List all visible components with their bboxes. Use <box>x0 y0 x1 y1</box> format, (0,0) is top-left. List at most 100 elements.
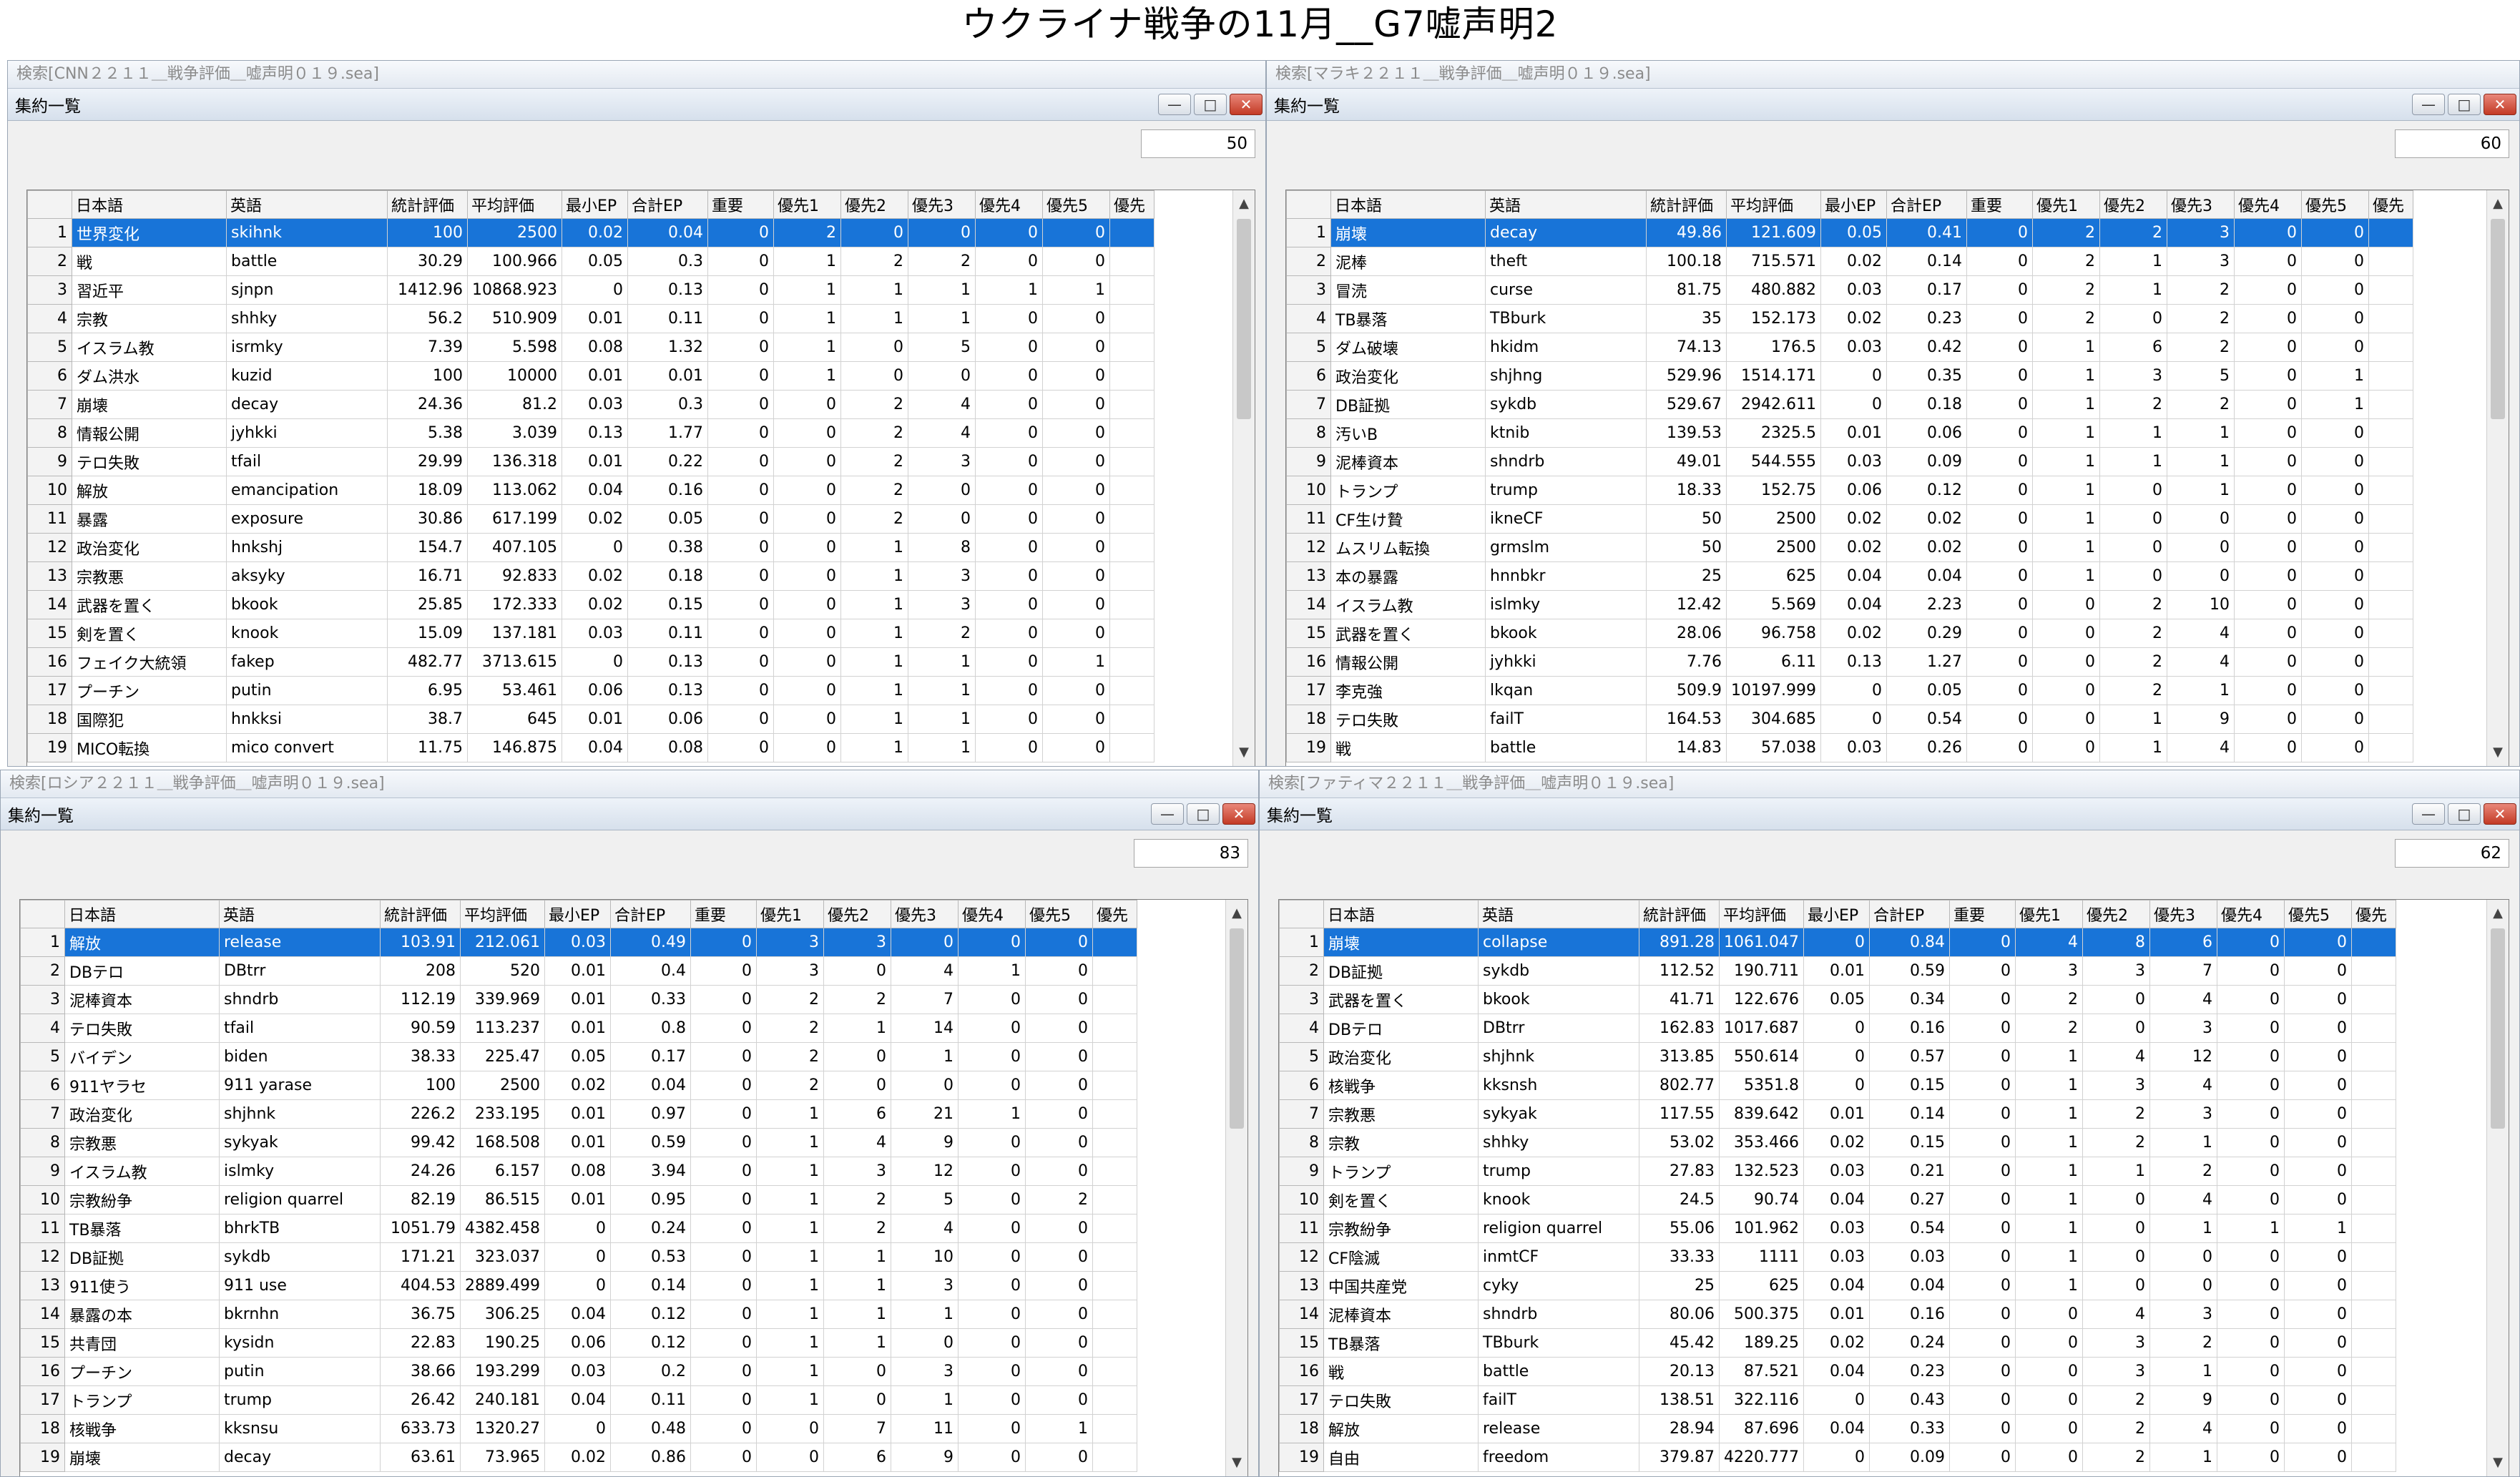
cell-value[interactable]: 0.59 <box>1868 956 1950 986</box>
cell-value[interactable]: 1 <box>890 1385 959 1415</box>
cell-english[interactable]: shjhnk <box>219 1099 381 1129</box>
cell-value[interactable]: 0 <box>957 1300 1026 1329</box>
cell-value[interactable]: 0 <box>2216 1099 2285 1129</box>
table-row[interactable]: 9 トランプ trump 27.83 132.523 0.03 0.21 0 1 1 2 0 0 <box>1279 1157 2396 1186</box>
cell-value[interactable]: 2 <box>823 1185 891 1215</box>
cell-value[interactable]: 1 <box>2031 333 2100 362</box>
cell-value[interactable]: 0.13 <box>1820 647 1887 677</box>
cell-value[interactable]: 0 <box>1966 476 2033 505</box>
cell-value[interactable]: 3 <box>2149 1014 2217 1043</box>
cell-japanese[interactable]: バイデン <box>64 1042 220 1071</box>
cell-value[interactable]: 2500 <box>467 218 562 247</box>
cell-value[interactable]: 0.01 <box>544 1099 611 1129</box>
cell-value[interactable]: 240.181 <box>460 1385 545 1415</box>
cell-value[interactable]: 0 <box>2300 590 2369 619</box>
cell-value[interactable]: 132.523 <box>1719 1157 1804 1186</box>
cell-value[interactable]: 802.77 <box>1639 1071 1720 1100</box>
cell-value[interactable]: 189.25 <box>1719 1328 1804 1358</box>
cell-value[interactable]: 10868.923 <box>467 275 562 305</box>
cell-value[interactable]: 0 <box>974 590 1043 619</box>
cell-value[interactable]: 0.02 <box>1820 504 1887 534</box>
cell-japanese[interactable]: 国際犯 <box>72 705 227 734</box>
cell-value[interactable]: 0 <box>755 1443 824 1472</box>
cell-value[interactable]: 1 <box>957 1099 1026 1129</box>
cell-value[interactable]: 0.13 <box>561 418 628 448</box>
cell-value[interactable]: 96.758 <box>1726 619 1821 648</box>
cell-value[interactable]: 0 <box>2300 705 2369 734</box>
cell-value[interactable]: 0.02 <box>561 504 628 534</box>
table-row[interactable]: 4 宗教 shhky 56.2 510.909 0.01 0.11 0 1 1 1 0 0 <box>27 304 1154 333</box>
cell-value[interactable]: 1 <box>840 590 908 619</box>
table-row[interactable]: 12 DB証拠 sykdb 171.21 323.037 0 0.53 0 1 1 10 0 0 <box>20 1242 1137 1272</box>
cell-value[interactable]: 1 <box>823 1328 891 1358</box>
minimize-button[interactable]: — <box>2412 94 2445 115</box>
table-row[interactable]: 17 李克強 lkqan 509.9 10197.999 0 0.05 0 0 2 1 0 0 <box>1286 676 2413 705</box>
cell-value[interactable]: 0 <box>1948 1357 2016 1386</box>
cell-value[interactable]: 168.508 <box>460 1128 545 1157</box>
cell-value[interactable]: 2 <box>773 218 841 247</box>
column-header[interactable] <box>1279 900 1324 928</box>
cell-value[interactable]: 0.49 <box>609 928 691 957</box>
column-header[interactable]: 統計評価 <box>1646 190 1727 219</box>
cell-value[interactable]: 323.037 <box>460 1242 545 1272</box>
cell-japanese[interactable]: 解放 <box>1323 1414 1479 1443</box>
cell-english[interactable]: hnkksi <box>226 705 388 734</box>
cell-value[interactable]: 1 <box>840 705 908 734</box>
cell-value[interactable]: 0.02 <box>1820 533 1887 562</box>
cell-value[interactable]: 1 <box>2014 1099 2083 1129</box>
cell-value[interactable]: 38.33 <box>380 1042 461 1071</box>
cell-english[interactable]: emancipation <box>226 476 388 505</box>
scroll-down-arrow-icon[interactable]: ▼ <box>1226 1452 1247 1473</box>
cell-value[interactable]: 7.39 <box>387 333 468 362</box>
cell-value[interactable]: 0 <box>974 390 1043 419</box>
cell-value[interactable]: 0.02 <box>1820 619 1887 648</box>
cell-value[interactable]: 0 <box>2300 676 2369 705</box>
cell-value[interactable]: 0 <box>2031 619 2100 648</box>
cell-japanese[interactable]: DBテロ <box>1323 1014 1479 1043</box>
cell-value[interactable]: 0.11 <box>627 304 708 333</box>
cell-value[interactable]: 4 <box>2149 985 2217 1014</box>
cell-value[interactable]: 2500 <box>460 1071 545 1100</box>
cell-value[interactable]: 0 <box>1948 928 2016 957</box>
cell-value[interactable]: 1 <box>2014 1042 2083 1071</box>
cell-value[interactable]: 2 <box>2099 676 2167 705</box>
table-row[interactable]: 17 プーチン putin 6.95 53.461 0.06 0.13 0 0 1 1 0 0 <box>27 676 1154 705</box>
table-row[interactable]: 16 情報公開 jyhkki 7.76 6.11 0.13 1.27 0 0 2 4 0 0 <box>1286 647 2413 677</box>
cell-value[interactable]: 1 <box>2014 1157 2083 1186</box>
cell-value[interactable]: 0.01 <box>561 304 628 333</box>
cell-value[interactable]: 4 <box>2082 1300 2150 1329</box>
cell-value[interactable]: 0 <box>974 647 1043 677</box>
cell-value[interactable]: 0.18 <box>627 561 708 591</box>
cell-value[interactable]: 1 <box>755 1185 824 1215</box>
table-row[interactable]: 10 解放 emancipation 18.09 113.062 0.04 0.16 0 0 2 0… <box>27 476 1154 505</box>
cell-value[interactable]: 0.06 <box>544 1328 611 1358</box>
cell-english[interactable]: decay <box>226 390 388 419</box>
cell-japanese[interactable]: TB暴落 <box>64 1214 220 1243</box>
cell-value[interactable]: 0 <box>773 676 841 705</box>
cell-value[interactable]: 0 <box>2283 1300 2352 1329</box>
cell-value[interactable]: 74.13 <box>1646 333 1727 362</box>
cell-value[interactable]: 99.42 <box>380 1128 461 1157</box>
cell-value[interactable]: 4 <box>2166 619 2235 648</box>
cell-english[interactable]: shndrb <box>1485 447 1647 476</box>
cell-value[interactable]: 379.87 <box>1639 1443 1720 1472</box>
cell-value[interactable]: 50 <box>1646 533 1727 562</box>
cell-value[interactable]: 0 <box>1024 1214 1093 1243</box>
scroll-up-arrow-icon[interactable]: ▲ <box>1226 903 1247 924</box>
table-row[interactable]: 5 ダム破壊 hkidm 74.13 176.5 0.03 0.42 0 1 6 2 0 0 <box>1286 333 2413 362</box>
cell-value[interactable]: 0 <box>1966 504 2033 534</box>
cell-value[interactable]: 0 <box>2233 561 2302 591</box>
cell-value[interactable]: 35 <box>1646 304 1727 333</box>
cell-value[interactable]: 0 <box>707 561 774 591</box>
cell-value[interactable]: 0 <box>2283 1443 2352 1472</box>
cell-value[interactable]: 0 <box>907 361 976 391</box>
cell-value[interactable]: 0 <box>823 1071 891 1100</box>
cell-value[interactable]: 1.77 <box>627 418 708 448</box>
cell-value[interactable]: 0 <box>1966 418 2033 448</box>
cell-english[interactable]: collapse <box>1478 928 1639 957</box>
cell-value[interactable]: 8 <box>2082 928 2150 957</box>
cell-value[interactable]: 0 <box>2233 304 2302 333</box>
cell-japanese[interactable]: 核戦争 <box>64 1414 220 1443</box>
cell-japanese[interactable]: 戦 <box>1323 1357 1479 1386</box>
cell-value[interactable]: 0 <box>707 476 774 505</box>
